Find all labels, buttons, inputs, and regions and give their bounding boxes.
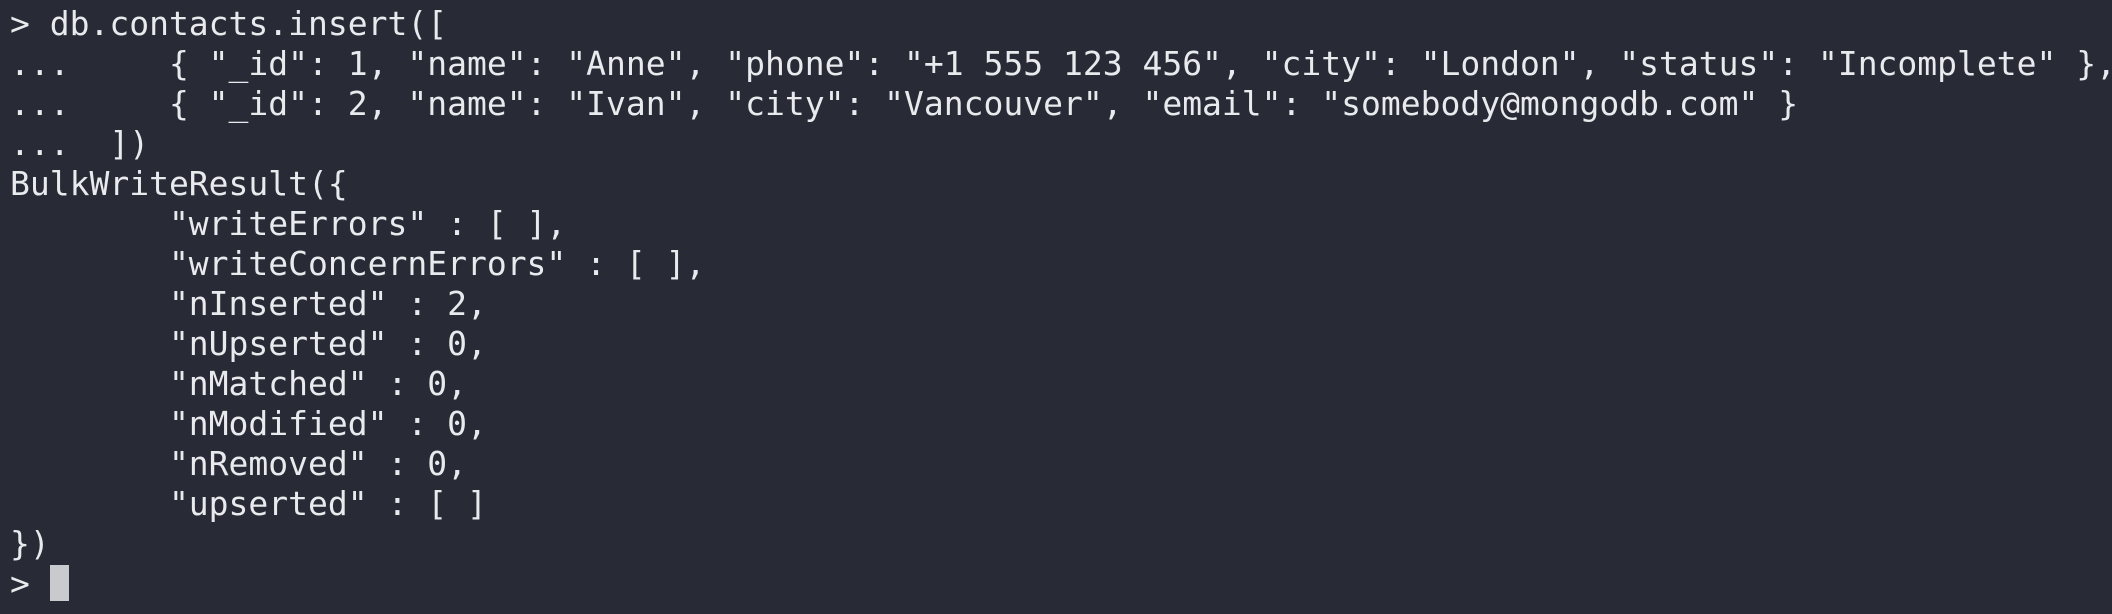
- output-line: BulkWriteResult({: [10, 164, 348, 203]
- terminal-window[interactable]: > db.contacts.insert([ ... { "_id": 1, "…: [0, 0, 2112, 614]
- output-line: "writeConcernErrors" : [ ],: [10, 244, 706, 283]
- prompt-symbol: >: [10, 564, 50, 603]
- output-line: "nRemoved" : 0,: [10, 444, 467, 483]
- output-line: "nUpserted" : 0,: [10, 324, 487, 363]
- output-line: "nInserted" : 2,: [10, 284, 487, 323]
- output-line: "writeErrors" : [ ],: [10, 204, 567, 243]
- continuation-line: ... { "_id": 2, "name": "Ivan", "city": …: [10, 84, 1799, 123]
- text-cursor: [49, 564, 69, 601]
- output-line: }): [10, 524, 50, 563]
- output-line: "nMatched" : 0,: [10, 364, 467, 403]
- prompt-line[interactable]: >: [10, 564, 2112, 604]
- output-line: "nModified" : 0,: [10, 404, 487, 443]
- continuation-line: ... ]): [10, 124, 150, 163]
- command-line: > db.contacts.insert([: [10, 4, 448, 43]
- continuation-line: ... { "_id": 1, "name": "Anne", "phone":…: [10, 44, 2112, 83]
- output-line: "upserted" : [ ]: [10, 484, 487, 523]
